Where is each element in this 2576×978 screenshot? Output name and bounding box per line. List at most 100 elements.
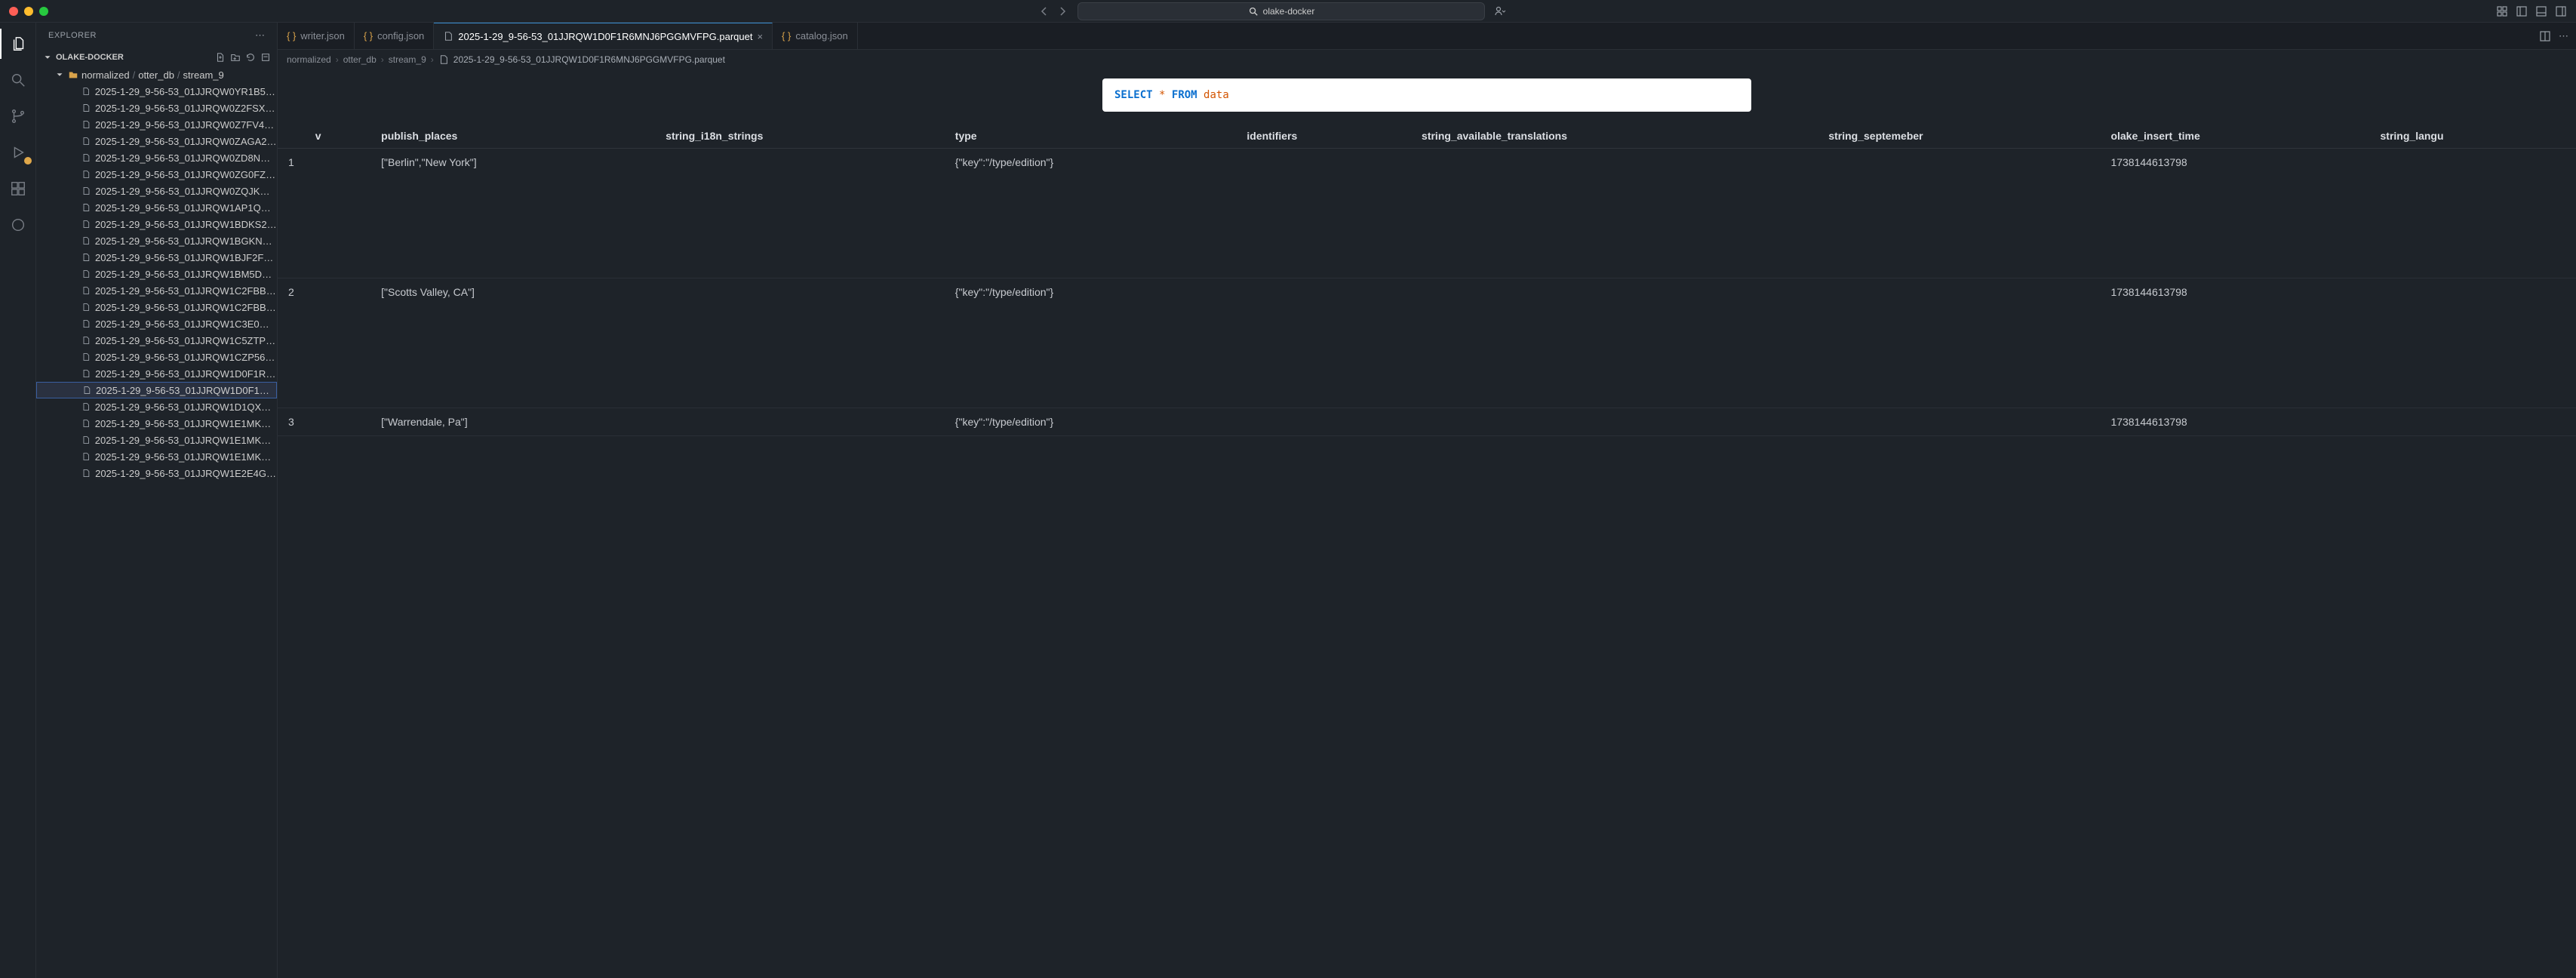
column-header[interactable]: string_septemeber (1818, 124, 2100, 149)
column-header[interactable]: string_langu (2370, 124, 2576, 149)
column-header[interactable]: identifiers (1236, 124, 1411, 149)
table-cell[interactable]: ["Berlin","New York"] (370, 149, 655, 278)
minimize-window-button[interactable] (24, 7, 33, 16)
table-cell[interactable] (305, 149, 370, 278)
table-cell[interactable]: {"key":"/type/edition"} (945, 408, 1237, 436)
command-center[interactable]: olake-docker (1077, 2, 1485, 20)
table-cell[interactable] (305, 278, 370, 408)
table-cell[interactable]: 1738144613798 (2100, 149, 2369, 278)
account-icon[interactable] (1494, 5, 1506, 17)
more-actions-icon[interactable]: ⋯ (2559, 30, 2568, 42)
column-header[interactable]: string_i18n_strings (655, 124, 945, 149)
tree-file[interactable]: 2025-1-29_9-56-53_01JJRQW1C3E0MA4KT7... (36, 315, 277, 332)
column-header[interactable]: type (945, 124, 1237, 149)
table-cell[interactable] (1818, 278, 2100, 408)
tab[interactable]: { }writer.json (278, 23, 355, 49)
table-cell[interactable] (655, 408, 945, 436)
table-cell[interactable]: {"key":"/type/edition"} (945, 278, 1237, 408)
data-table[interactable]: vpublish_placesstring_i18n_stringstypeid… (278, 124, 2576, 978)
nav-forward-icon[interactable] (1056, 5, 1068, 17)
tree-file[interactable]: 2025-1-29_9-56-53_01JJRQW1E2E4GX3D2B... (36, 465, 277, 481)
tree-file[interactable]: 2025-1-29_9-56-53_01JJRQW1C5ZTP1N5437... (36, 332, 277, 349)
panel-left-icon[interactable] (2516, 5, 2528, 17)
activity-source-control[interactable] (0, 101, 36, 131)
table-cell[interactable] (655, 278, 945, 408)
table-cell[interactable]: ["Scotts Valley, CA"] (370, 278, 655, 408)
split-editor-icon[interactable] (2539, 30, 2551, 42)
column-header[interactable]: publish_places (370, 124, 655, 149)
table-cell[interactable] (1818, 408, 2100, 436)
tree-file[interactable]: 2025-1-29_9-56-53_01JJRQW0ZAGA2GP3RG... (36, 133, 277, 149)
column-header[interactable]: v (305, 124, 370, 149)
folder-header[interactable]: OLAKE-DOCKER (36, 48, 277, 66)
column-header[interactable]: olake_insert_time (2100, 124, 2369, 149)
tree-file[interactable]: 2025-1-29_9-56-53_01JJRQW0ZD8NDDJJ6R... (36, 149, 277, 166)
table-cell[interactable] (1411, 149, 1818, 278)
nav-back-icon[interactable] (1038, 5, 1050, 17)
tab[interactable]: 2025-1-29_9-56-53_01JJRQW1D0F1R6MNJ6PGGM… (434, 23, 773, 49)
table-cell[interactable]: ["Warrendale, Pa"] (370, 408, 655, 436)
breadcrumbs[interactable]: normalized›otter_db›stream_9›2025-1-29_9… (278, 50, 2576, 69)
table-cell[interactable] (2370, 149, 2576, 278)
tree-file[interactable]: 2025-1-29_9-56-53_01JJRQW1C2FBB2F4CP2... (36, 299, 277, 315)
new-folder-icon[interactable] (230, 52, 241, 63)
layout-grid-icon[interactable] (2496, 5, 2508, 17)
sidebar-more-icon[interactable]: ⋯ (255, 29, 265, 42)
table-row[interactable]: 1["Berlin","New York"]{"key":"/type/edit… (278, 149, 2576, 278)
tree-file[interactable]: 2025-1-29_9-56-53_01JJRQW1D0F1R6MNJ6... (36, 382, 277, 398)
tree-file[interactable]: 2025-1-29_9-56-53_01JJRQW1E1MKZPM8WK... (36, 448, 277, 465)
tree-file[interactable]: 2025-1-29_9-56-53_01JJRQW1BM5DGTD76B... (36, 266, 277, 282)
table-cell[interactable] (655, 149, 945, 278)
table-cell[interactable] (305, 408, 370, 436)
close-window-button[interactable] (9, 7, 18, 16)
tree-file[interactable]: 2025-1-29_9-56-53_01JJRQW0Z2FSXX1MQ5... (36, 100, 277, 116)
tree-file[interactable]: 2025-1-29_9-56-53_01JJRQW1E1MKZPM8WK... (36, 432, 277, 448)
table-cell[interactable]: 1738144613798 (2100, 408, 2369, 436)
table-cell[interactable] (1236, 149, 1411, 278)
table-cell[interactable] (1236, 408, 1411, 436)
breadcrumb-item[interactable]: otter_db (343, 54, 377, 65)
column-header[interactable]: string_available_translations (1411, 124, 1818, 149)
activity-debug[interactable] (0, 137, 36, 168)
tree-file[interactable]: 2025-1-29_9-56-53_01JJRQW0ZQJKMJMPN... (36, 183, 277, 199)
panel-right-icon[interactable] (2555, 5, 2567, 17)
tree-file[interactable]: 2025-1-29_9-56-53_01JJRQW0Z7FV40MYSV... (36, 116, 277, 133)
tab[interactable]: { }catalog.json (773, 23, 858, 49)
activity-extensions[interactable] (0, 174, 36, 204)
refresh-icon[interactable] (245, 52, 256, 63)
breadcrumb-item[interactable]: normalized (287, 54, 331, 65)
file-tree[interactable]: normalized / otter_db / stream_9 2025-1-… (36, 66, 277, 978)
column-header[interactable] (278, 124, 305, 149)
table-cell[interactable] (2370, 408, 2576, 436)
breadcrumb-item[interactable]: 2025-1-29_9-56-53_01JJRQW1D0F1R6MNJ6PGGM… (453, 54, 725, 65)
table-cell[interactable] (2370, 278, 2576, 408)
table-cell[interactable] (1818, 149, 2100, 278)
tree-file[interactable]: 2025-1-29_9-56-53_01JJRQW1D1QXDEWP1Q... (36, 398, 277, 415)
maximize-window-button[interactable] (39, 7, 48, 16)
close-tab-icon[interactable]: × (757, 31, 763, 42)
new-file-icon[interactable] (215, 52, 226, 63)
tree-file[interactable]: 2025-1-29_9-56-53_01JJRQW1D0F1R6MNJ6... (36, 365, 277, 382)
tree-file[interactable]: 2025-1-29_9-56-53_01JJRQW1BGKN3DNGHZ... (36, 232, 277, 249)
tree-file[interactable]: 2025-1-29_9-56-53_01JJRQW1CZP5640FPC7... (36, 349, 277, 365)
tab[interactable]: { }config.json (355, 23, 434, 49)
query-editor[interactable]: SELECT * FROM data (1102, 78, 1751, 112)
tree-file[interactable]: 2025-1-29_9-56-53_01JJRQW1BJF2FKB65Z3... (36, 249, 277, 266)
activity-search[interactable] (0, 65, 36, 95)
tree-folder[interactable]: normalized / otter_db / stream_9 (36, 66, 277, 83)
breadcrumb-item[interactable]: stream_9 (389, 54, 426, 65)
table-cell[interactable]: {"key":"/type/edition"} (945, 149, 1237, 278)
tree-file[interactable]: 2025-1-29_9-56-53_01JJRQW0ZG0FZMGZ9C... (36, 166, 277, 183)
tree-file[interactable]: 2025-1-29_9-56-53_01JJRQW0YR1B5WQEGG... (36, 83, 277, 100)
tree-file[interactable]: 2025-1-29_9-56-53_01JJRQW1E1MKZPM8WK... (36, 415, 277, 432)
collapse-icon[interactable] (260, 52, 271, 63)
table-cell[interactable] (1411, 278, 1818, 408)
tree-file[interactable]: 2025-1-29_9-56-53_01JJRQW1C2FBB2F4CP2... (36, 282, 277, 299)
table-cell[interactable]: 1738144613798 (2100, 278, 2369, 408)
tree-file[interactable]: 2025-1-29_9-56-53_01JJRQW1BDKS2SRENE... (36, 216, 277, 232)
table-cell[interactable] (1411, 408, 1818, 436)
panel-bottom-icon[interactable] (2535, 5, 2547, 17)
activity-explorer[interactable] (0, 29, 36, 59)
tree-file[interactable]: 2025-1-29_9-56-53_01JJRQW1AP1QWMY3W... (36, 199, 277, 216)
activity-remote[interactable] (0, 210, 36, 240)
